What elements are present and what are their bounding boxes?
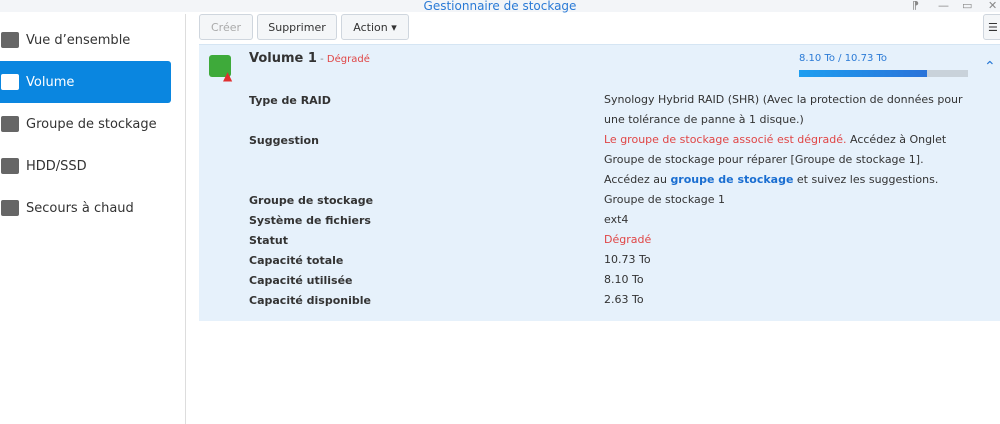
cubes-icon	[1, 74, 19, 90]
pool-label: Groupe de stockage	[249, 194, 374, 207]
volume-status: Dégradé	[326, 54, 370, 65]
raid-type-value: Synology Hybrid RAID (SHR) (Avec la prot…	[604, 93, 963, 126]
sidebar: Vue d’ensemble Volume Groupe de stockage…	[0, 14, 186, 424]
minimize-icon[interactable]: —	[938, 0, 949, 12]
window-title: Gestionnaire de stockage	[423, 0, 577, 13]
status-value: Dégradé	[604, 233, 652, 246]
pool-value: Groupe de stockage 1	[604, 193, 725, 206]
list-view-icon[interactable]: ☰	[983, 14, 1000, 40]
create-button[interactable]: Créer	[199, 14, 253, 40]
label: Groupe de stockage	[26, 116, 157, 132]
plus-box-icon	[1, 200, 19, 216]
label: Secours à chaud	[26, 200, 134, 216]
usage-bar-fill	[799, 70, 927, 77]
pin-icon[interactable]: ⁋	[912, 0, 919, 12]
maximize-icon[interactable]: ▭	[962, 0, 972, 12]
raid-type-label: Type de RAID	[249, 94, 331, 107]
warning-icon: ▲	[223, 69, 233, 83]
suggestion-value: Le groupe de stockage associé est dégrad…	[604, 130, 964, 190]
total-value: 10.73 To	[604, 253, 651, 266]
label: Volume	[26, 74, 75, 90]
sep: -	[316, 54, 327, 65]
label: Vue d’ensemble	[26, 32, 131, 48]
action-dropdown[interactable]: Action ▾	[341, 14, 409, 40]
title-bar: Gestionnaire de stockage ⁋ — ▭ ✕	[0, 0, 1000, 12]
used-value: 8.10 To	[604, 273, 644, 286]
overview-icon	[1, 32, 19, 48]
volume-title: Volume 1 - Dégradé	[249, 51, 370, 66]
storage-pool-icon	[1, 116, 19, 132]
suggestion-text2: Accédez au	[604, 173, 671, 186]
sidebar-item-volume[interactable]: Volume	[0, 61, 171, 103]
total-label: Capacité totale	[249, 254, 344, 267]
sidebar-item-storage-pool[interactable]: Groupe de stockage	[0, 103, 171, 145]
status-label: Statut	[249, 234, 288, 247]
fs-label: Système de fichiers	[249, 214, 371, 227]
delete-button[interactable]: Supprimer	[257, 14, 337, 40]
disk-icon	[1, 158, 19, 174]
collapse-chevron-icon[interactable]: ⌃	[984, 59, 996, 75]
storage-pool-link[interactable]: groupe de stockage	[670, 173, 793, 186]
close-icon[interactable]: ✕	[988, 0, 997, 12]
suggestion-text3: et suivez les suggestions.	[793, 173, 939, 186]
fs-value: ext4	[604, 213, 629, 226]
suggestion-label: Suggestion	[249, 134, 319, 147]
usage-text: 8.10 To / 10.73 To	[799, 53, 888, 64]
suggestion-warning: Le groupe de stockage associé est dégrad…	[604, 133, 847, 146]
available-value: 2.63 To	[604, 293, 644, 306]
sidebar-item-hot-spare[interactable]: Secours à chaud	[0, 187, 171, 229]
volume-panel[interactable]: ▲ Volume 1 - Dégradé 8.10 To / 10.73 To …	[199, 44, 1000, 321]
used-label: Capacité utilisée	[249, 274, 353, 287]
sidebar-item-overview[interactable]: Vue d’ensemble	[0, 19, 171, 61]
volume-name: Volume 1	[249, 51, 317, 66]
label: HDD/SSD	[26, 158, 87, 174]
available-label: Capacité disponible	[249, 294, 371, 307]
sidebar-item-hdd-ssd[interactable]: HDD/SSD	[0, 145, 171, 187]
usage-bar	[799, 70, 968, 77]
